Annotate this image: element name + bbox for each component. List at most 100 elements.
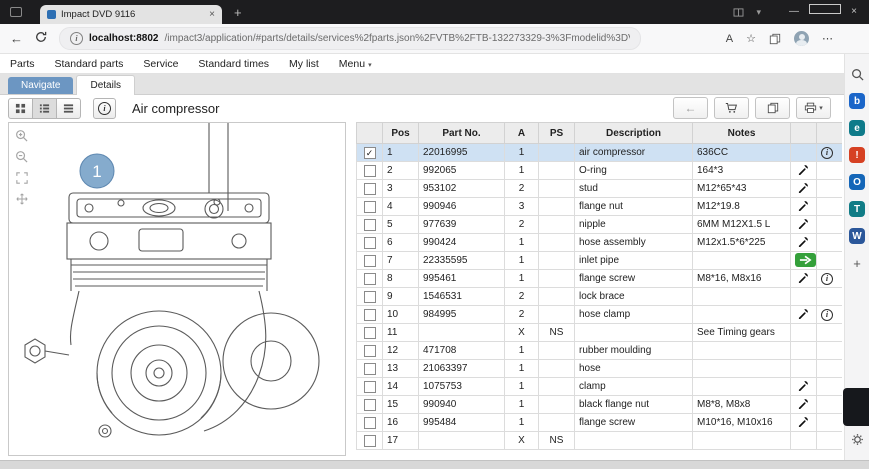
- table-row[interactable]: 11XNSSee Timing gears: [357, 324, 843, 342]
- titlebar-caret-icon[interactable]: ▾: [756, 7, 761, 18]
- row-checkbox[interactable]: [364, 237, 376, 249]
- table-row[interactable]: 17XNS: [357, 432, 843, 450]
- table-row[interactable]: 13210633971hose: [357, 360, 843, 378]
- callout-balloon-1[interactable]: 1: [80, 154, 114, 188]
- table-row[interactable]: 1410757531clamp: [357, 378, 843, 396]
- wrench-icon[interactable]: [798, 200, 809, 211]
- row-checkbox[interactable]: [364, 219, 376, 231]
- row-checkbox[interactable]: [364, 435, 376, 447]
- row-checkbox[interactable]: [364, 291, 376, 303]
- address-bar[interactable]: i localhost:8802 /impact3/application/#p…: [59, 27, 641, 50]
- wrench-icon[interactable]: [798, 308, 809, 319]
- drawing-panel[interactable]: 1: [8, 122, 346, 456]
- import-arrow-button[interactable]: [795, 253, 816, 267]
- exploded-view-drawing[interactable]: 1: [9, 123, 345, 455]
- back-button[interactable]: ←: [10, 31, 23, 46]
- collections-icon[interactable]: [769, 33, 781, 45]
- teams-icon[interactable]: T: [849, 201, 865, 217]
- minimize-button[interactable]: —: [779, 0, 809, 24]
- cart-icon: [725, 102, 738, 114]
- info-icon[interactable]: i: [821, 147, 833, 159]
- menu-item-standard-times[interactable]: Standard times: [198, 58, 269, 70]
- wrench-icon[interactable]: [798, 236, 809, 247]
- maximize-button[interactable]: [809, 0, 839, 24]
- table-row[interactable]: 159909401black flange nutM8*8, M8x8: [357, 396, 843, 414]
- add-sidebar-icon[interactable]: +: [849, 255, 865, 271]
- table-row[interactable]: 124717081rubber moulding: [357, 342, 843, 360]
- browser-tab[interactable]: Impact DVD 9116 ×: [40, 5, 222, 24]
- alerts-icon[interactable]: !: [849, 147, 865, 163]
- info-icon[interactable]: i: [821, 273, 833, 285]
- row-checkbox[interactable]: [364, 201, 376, 213]
- info-icon[interactable]: i: [821, 309, 833, 321]
- table-row[interactable]: 915465312lock brace: [357, 288, 843, 306]
- outlook-icon[interactable]: O: [849, 174, 865, 190]
- table-row[interactable]: 39531022studM12*65*43: [357, 180, 843, 198]
- row-checkbox[interactable]: ✓: [364, 147, 376, 159]
- new-tab-button[interactable]: +: [234, 5, 242, 20]
- row-checkbox[interactable]: [364, 381, 376, 393]
- table-row[interactable]: 89954611flange screwM8*16, M8x16i: [357, 270, 843, 288]
- detail-list-view-button[interactable]: [32, 98, 57, 119]
- tab-navigate[interactable]: Navigate: [8, 77, 73, 94]
- wrench-icon[interactable]: [798, 398, 809, 409]
- favorites-star-icon[interactable]: ☆: [746, 32, 756, 45]
- row-checkbox[interactable]: [364, 327, 376, 339]
- wrench-icon[interactable]: [798, 272, 809, 283]
- table-row[interactable]: 7223355951inlet pipe: [357, 252, 843, 270]
- grid-view-button[interactable]: [8, 98, 33, 119]
- print-button[interactable]: ▾: [796, 97, 831, 119]
- row-checkbox[interactable]: [364, 255, 376, 267]
- split-screen-icon[interactable]: [733, 8, 744, 17]
- menu-item-service[interactable]: Service: [143, 58, 178, 70]
- menu-item-my-list[interactable]: My list: [289, 58, 319, 70]
- table-row[interactable]: 49909463flange nutM12*19.8: [357, 198, 843, 216]
- row-checkbox[interactable]: [364, 363, 376, 375]
- copilot-icon[interactable]: b: [849, 93, 865, 109]
- copy-button[interactable]: [755, 97, 790, 119]
- zoom-out-button[interactable]: [13, 148, 30, 165]
- pip-video-overlay[interactable]: [843, 388, 869, 426]
- search-icon[interactable]: [849, 66, 865, 82]
- info-button[interactable]: i: [93, 98, 116, 119]
- wrench-icon[interactable]: [798, 380, 809, 391]
- menu-item-standard-parts[interactable]: Standard parts: [55, 58, 124, 70]
- table-row[interactable]: 169954841flange screwM10*16, M10x16: [357, 414, 843, 432]
- row-checkbox[interactable]: [364, 399, 376, 411]
- row-checkbox[interactable]: [364, 345, 376, 357]
- site-info-icon[interactable]: i: [70, 32, 83, 45]
- zoom-in-button[interactable]: [13, 127, 30, 144]
- read-aloud-icon[interactable]: A: [726, 33, 733, 45]
- refresh-button[interactable]: [35, 30, 47, 48]
- close-button[interactable]: ×: [839, 0, 869, 24]
- tab-details[interactable]: Details: [76, 75, 135, 95]
- list-view-button[interactable]: [56, 98, 81, 119]
- table-row[interactable]: 109849952hose clampi: [357, 306, 843, 324]
- edge-tools-icon[interactable]: e: [849, 120, 865, 136]
- tab-close-icon[interactable]: ×: [209, 9, 215, 20]
- cart-button[interactable]: [714, 97, 749, 119]
- row-checkbox[interactable]: [364, 183, 376, 195]
- previous-button[interactable]: ←: [673, 97, 708, 119]
- fit-view-button[interactable]: [13, 169, 30, 186]
- wrench-icon[interactable]: [798, 164, 809, 175]
- wrench-icon[interactable]: [798, 416, 809, 427]
- row-checkbox[interactable]: [364, 417, 376, 429]
- table-row[interactable]: 59776392nipple6MM M12X1.5 L: [357, 216, 843, 234]
- wrench-icon[interactable]: [798, 218, 809, 229]
- menu-item-menu[interactable]: Menu▾: [339, 58, 372, 70]
- pan-button[interactable]: [13, 190, 30, 207]
- settings-ellipsis-icon[interactable]: ⋯: [822, 32, 833, 45]
- settings-button[interactable]: [851, 433, 864, 451]
- row-checkbox[interactable]: [364, 309, 376, 321]
- tab-search-icon[interactable]: [10, 7, 22, 17]
- row-checkbox[interactable]: [364, 165, 376, 177]
- row-checkbox[interactable]: [364, 273, 376, 285]
- menu-item-parts[interactable]: Parts: [10, 58, 35, 70]
- wrench-icon[interactable]: [798, 182, 809, 193]
- table-row[interactable]: 29920651O-ring164*3: [357, 162, 843, 180]
- table-row[interactable]: 69904241hose assemblyM12x1.5*6*225: [357, 234, 843, 252]
- profile-avatar[interactable]: [794, 31, 809, 46]
- table-row[interactable]: ✓1220169951air compressor636CCi: [357, 144, 843, 162]
- word-icon[interactable]: W: [849, 228, 865, 244]
